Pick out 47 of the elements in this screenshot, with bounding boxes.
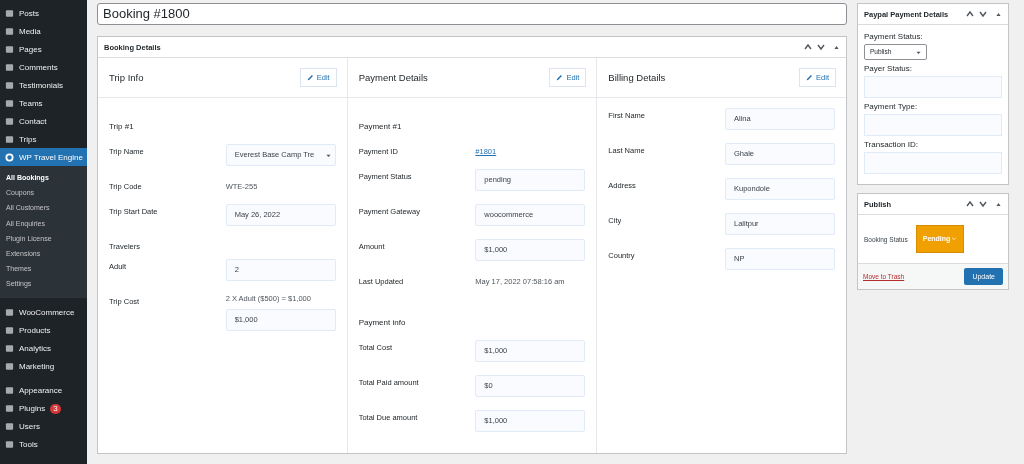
pencil-icon: [806, 74, 814, 81]
input-field[interactable]: [864, 114, 1002, 136]
section-title: Trip Info: [109, 72, 144, 83]
menu-item[interactable]: Posts: [0, 4, 87, 22]
menu-item[interactable]: Contact: [0, 112, 87, 130]
chevron-up-icon[interactable]: [803, 42, 813, 52]
menu-item[interactable]: Marketing: [0, 357, 87, 376]
menu-item[interactable]: WooCommerce: [0, 303, 87, 322]
menu-item[interactable]: Comments: [0, 58, 87, 76]
chevron-down-icon[interactable]: [978, 9, 988, 19]
menu-item[interactable]: Pages: [0, 40, 87, 58]
group-heading: Payment #1: [358, 122, 403, 131]
field-label: Payment Status:: [864, 32, 924, 41]
caret-icon: [915, 49, 922, 56]
field-label: Transaction ID:: [864, 140, 919, 149]
title-field[interactable]: Booking #1800: [97, 3, 847, 25]
pencil-icon: [306, 74, 314, 81]
menu-item[interactable]: Appearance: [0, 381, 87, 400]
menu-item[interactable]: Products: [0, 321, 87, 340]
section-title: Billing Details: [608, 72, 666, 83]
menu-item[interactable]: Media: [0, 22, 87, 40]
menu-item[interactable]: Users: [0, 417, 87, 436]
chevron-up-icon[interactable]: [965, 9, 975, 19]
menu-item[interactable]: WP Travel Engine: [0, 148, 87, 166]
menu-item[interactable]: Tools: [0, 435, 87, 454]
input-field[interactable]: [864, 152, 1002, 174]
caret-icon: [324, 152, 332, 159]
menu-item[interactable]: Teams: [0, 94, 87, 112]
menu-item[interactable]: Trips: [0, 130, 87, 148]
pencil-icon: [556, 74, 564, 81]
section-title: Payment Details: [358, 72, 428, 83]
menu-item[interactable]: Testimonials: [0, 76, 87, 94]
field-label: Payer Status:: [864, 64, 914, 73]
input-field[interactable]: [864, 76, 1002, 98]
chevron-down-icon[interactable]: [978, 199, 988, 209]
triangle-up-icon[interactable]: [995, 200, 1002, 208]
menu-item[interactable]: Plugins 3: [0, 399, 87, 418]
triangle-up-icon[interactable]: [995, 10, 1002, 18]
field-label: Payment Type:: [864, 102, 919, 111]
triangle-up-icon[interactable]: [833, 43, 840, 51]
chevron-down-icon[interactable]: [816, 42, 826, 52]
group-heading: Trip #1: [109, 122, 135, 131]
group-heading: Payment info: [358, 318, 407, 327]
count-badge: 3: [50, 403, 61, 414]
menu-item[interactable]: Analytics: [0, 339, 87, 358]
chevron-up-icon[interactable]: [965, 199, 975, 209]
chevron-down-icon: [951, 236, 958, 242]
